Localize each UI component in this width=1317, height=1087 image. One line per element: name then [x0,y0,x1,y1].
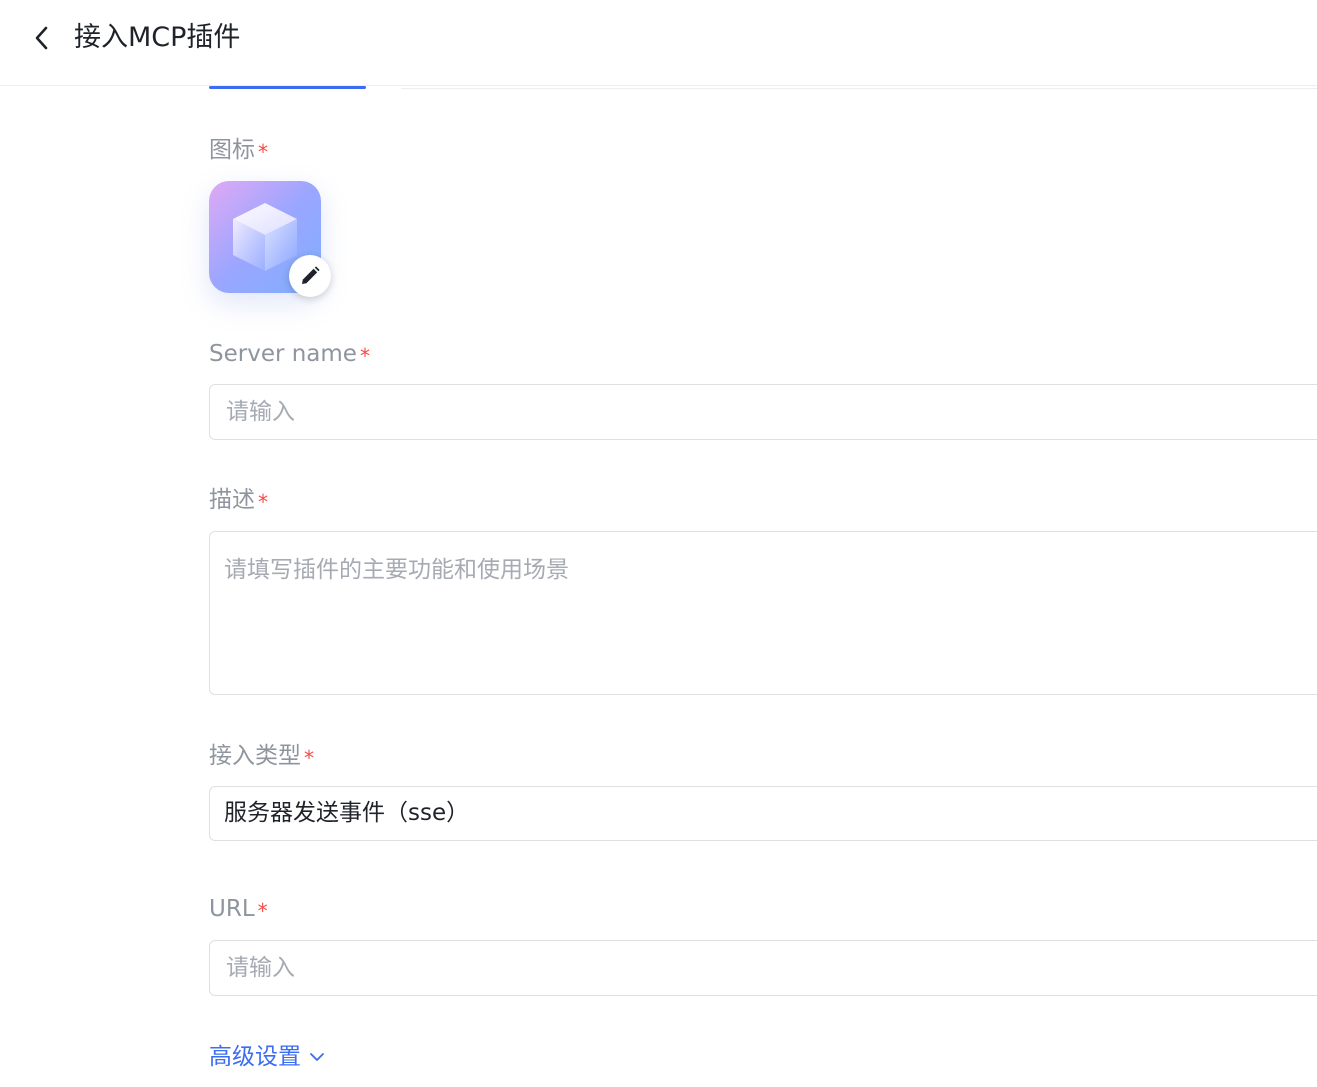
chevron-left-icon [35,26,48,50]
required-mark: * [304,746,314,770]
server-name-label: Server name * [209,338,370,372]
access-type-select[interactable]: 服务器发送事件（sse） [209,786,1317,841]
tab-bar [209,86,1317,90]
access-type-label-text: 接入类型 [209,743,301,769]
advanced-settings-toggle[interactable]: 高级设置 [209,1040,325,1074]
edit-icon-button[interactable] [289,255,331,297]
page-title: 接入MCP插件 [74,22,241,53]
description-field[interactable] [209,531,1317,695]
chevron-down-icon [310,1053,324,1061]
url-input[interactable] [210,941,1317,995]
url-label: URL * [209,893,268,927]
page-header: 接入MCP插件 [0,0,1317,86]
back-button[interactable] [26,22,58,54]
url-label-text: URL [209,896,255,922]
plugin-icon-uploader[interactable] [209,181,331,297]
required-mark: * [359,344,370,368]
access-type-selected-value: 服务器发送事件（sse） [224,800,470,826]
required-mark: * [257,899,268,923]
required-mark: * [258,490,268,514]
description-label-text: 描述 [209,487,255,513]
description-textarea[interactable] [210,532,1317,694]
server-name-label-text: Server name [209,341,357,367]
tab-divider [401,88,1317,89]
access-type-label: 接入类型 * [209,740,314,774]
description-label: 描述 * [209,484,268,518]
url-field[interactable] [209,940,1317,996]
required-mark: * [258,140,268,164]
icon-label: 图标 * [209,134,268,168]
server-name-input[interactable] [210,385,1317,439]
server-name-field[interactable] [209,384,1317,440]
tab-active-indicator [209,86,366,89]
advanced-settings-label: 高级设置 [209,1044,301,1070]
pencil-icon [302,266,320,284]
icon-label-text: 图标 [209,137,255,163]
